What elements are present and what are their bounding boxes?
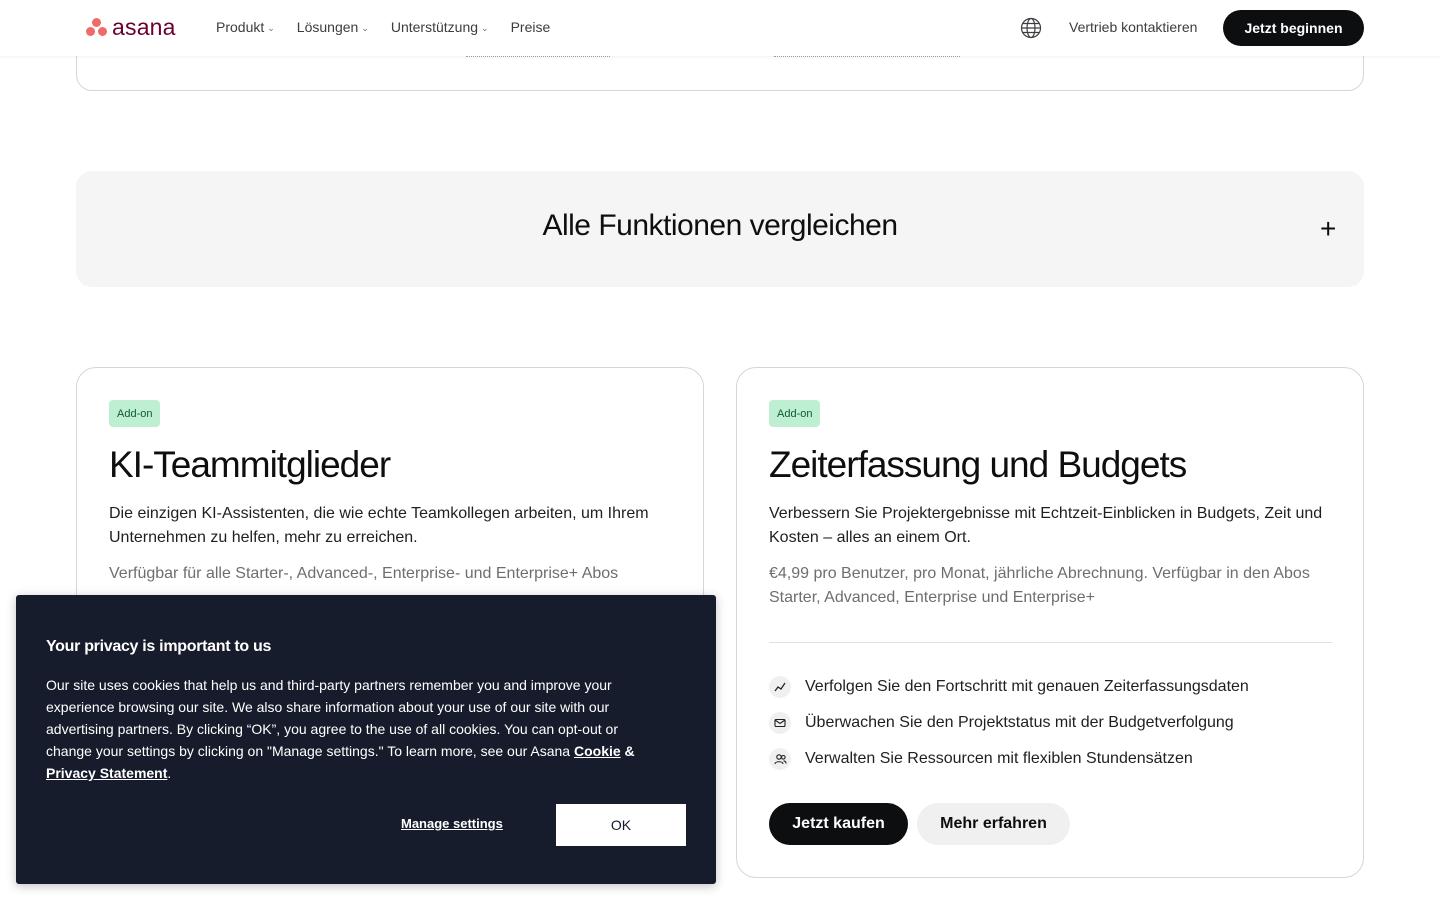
feature-item: Überwachen Sie den Projektstatus mit der…: [769, 712, 1234, 734]
manage-settings-link[interactable]: Manage settings: [401, 816, 503, 831]
cookie-ok-button[interactable]: OK: [556, 804, 686, 846]
card-title: Zeiterfassung und Budgets: [769, 444, 1187, 485]
asana-dots-icon: [86, 18, 107, 36]
top-nav: asana Produkt ⌄ Lösungen ⌄ Unterstützung…: [0, 0, 1440, 56]
chevron-down-icon: ⌄: [267, 22, 275, 33]
cookie-policy-link[interactable]: Cookie: [574, 743, 621, 759]
menu-item-preise[interactable]: Preise: [511, 19, 551, 35]
addon-badge: Add-on: [109, 400, 161, 427]
contact-sales-link[interactable]: Vertrieb kontaktieren: [1069, 19, 1197, 35]
expand-plus-icon[interactable]: +: [1320, 215, 1336, 243]
compare-features-title: Alle Funktionen vergleichen: [542, 209, 898, 242]
card-divider: [769, 642, 1332, 643]
privacy-statement-link[interactable]: Privacy Statement: [46, 765, 167, 781]
chevron-down-icon: ⌄: [481, 22, 489, 33]
globe-icon[interactable]: [1020, 17, 1042, 39]
ampersand: &: [620, 743, 635, 759]
menu-item-unterstuetzung[interactable]: Unterstützung ⌄: [391, 19, 489, 35]
get-started-button[interactable]: Jetzt beginnen: [1223, 10, 1364, 46]
cookie-consent-banner: Your privacy is important to us Our site…: [16, 595, 716, 884]
dotted-divider: [466, 56, 610, 57]
cookie-body-text: Our site uses cookies that help us and t…: [46, 677, 618, 759]
main-menu: Produkt ⌄ Lösungen ⌄ Unterstützung ⌄ Pre…: [216, 19, 550, 35]
menu-item-produkt[interactable]: Produkt ⌄: [216, 19, 275, 35]
feature-text: Verwalten Sie Ressourcen mit flexiblen S…: [805, 750, 1193, 767]
envelope-icon: [769, 712, 791, 734]
asana-logo[interactable]: asana: [86, 15, 176, 39]
addon-card-time-tracking: Add-on Zeiterfassung und Budgets Verbess…: [736, 367, 1364, 878]
feature-text: Überwachen Sie den Projektstatus mit der…: [805, 714, 1234, 731]
card-description: Verbessern Sie Projektergebnisse mit Ech…: [769, 505, 1323, 546]
menu-label: Lösungen: [296, 19, 359, 35]
feature-item: Verwalten Sie Ressourcen mit flexiblen S…: [769, 748, 1193, 770]
card-availability-note: Verfügbar für alle Starter-, Advanced-, …: [109, 565, 619, 582]
learn-more-button[interactable]: Mehr erfahren: [917, 803, 1070, 845]
buy-now-button[interactable]: Jetzt kaufen: [769, 803, 908, 845]
menu-item-loesungen[interactable]: Lösungen ⌄: [297, 19, 369, 35]
cookie-text: Our site uses cookies that help us and t…: [46, 674, 656, 784]
chevron-down-icon: ⌄: [361, 22, 369, 33]
trend-line-icon: [769, 676, 791, 698]
dotted-divider: [774, 56, 960, 57]
card-description: Die einzigen KI-Assistenten, die wie ech…: [109, 505, 649, 546]
menu-label: Unterstützung: [390, 19, 479, 35]
cookie-title: Your privacy is important to us: [46, 638, 272, 655]
card-price-note: €4,99 pro Benutzer, pro Monat, jährliche…: [769, 565, 1310, 606]
cookie-period: .: [167, 765, 172, 781]
card-title: KI-Teammitglieder: [109, 444, 391, 485]
users-icon: [769, 748, 791, 770]
menu-label: Preise: [510, 19, 551, 35]
logo-text: asana: [112, 14, 176, 40]
feature-item: Verfolgen Sie den Fortschritt mit genaue…: [769, 676, 1249, 698]
feature-text: Verfolgen Sie den Fortschritt mit genaue…: [805, 678, 1249, 695]
addon-badge: Add-on: [769, 400, 821, 427]
menu-label: Produkt: [216, 19, 265, 35]
